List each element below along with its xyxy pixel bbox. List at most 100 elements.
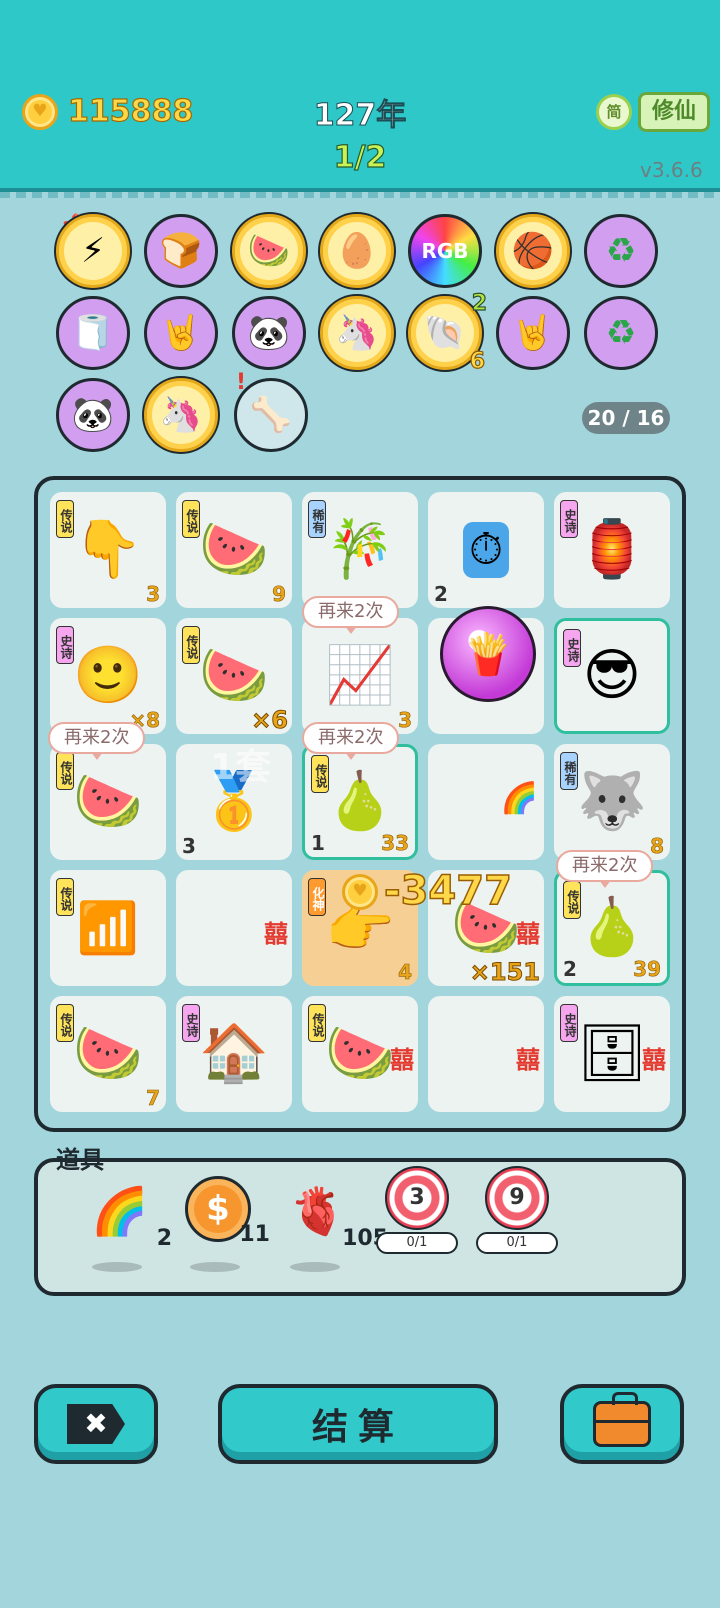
- coin-icon: [342, 874, 378, 910]
- fruit-basket-icon: 🍉: [247, 231, 291, 271]
- lantern-icon: 🏮: [577, 517, 647, 582]
- double-happiness-icon: 囍: [516, 920, 540, 948]
- lightning-relic[interactable]: ⚡: [56, 214, 130, 288]
- watermelon-icon: 🍉: [325, 1021, 395, 1086]
- close-button[interactable]: ✖: [34, 1384, 158, 1464]
- watermelon-icon: 🍉: [73, 1021, 143, 1086]
- language-toggle-button[interactable]: 简: [596, 94, 632, 130]
- rgb-icon: RGB: [421, 239, 469, 263]
- double-happiness-icon: 囍: [390, 1046, 414, 1074]
- panda-relic[interactable]: 🐼: [56, 378, 130, 452]
- recycle-relic[interactable]: ♻: [584, 214, 658, 288]
- server-rack-icon: 🗄: [576, 1021, 648, 1086]
- person-face-icon: 🙂: [73, 643, 143, 708]
- item-target-9[interactable]: 9 0/1: [472, 1166, 562, 1266]
- board-cell[interactable]: 传说 🍉 囍: [302, 996, 418, 1112]
- board-cell[interactable]: 传说 🍉: [50, 744, 166, 860]
- toaster-relic[interactable]: 🍞: [144, 214, 218, 288]
- unicorn-icon: 🦄: [159, 395, 203, 435]
- board-cell[interactable]: 传说 🍐 1 33: [302, 744, 418, 860]
- fruit-basket-relic[interactable]: 🍉: [232, 214, 306, 288]
- item-liver[interactable]: 🫀 105: [278, 1176, 388, 1276]
- cell-count-left: 2: [434, 582, 448, 606]
- board-cell[interactable]: 传说 🍉 9: [176, 492, 292, 608]
- rarity-tag: 史诗: [56, 626, 74, 664]
- fries-icon: 🍟: [463, 631, 513, 678]
- board-cell[interactable]: 传说 👇 3: [50, 492, 166, 608]
- item-shadow: [190, 1262, 240, 1272]
- item-coin[interactable]: $ 11: [178, 1176, 270, 1276]
- dog-bowl-relic[interactable]: 🦴: [234, 378, 308, 452]
- board-cell[interactable]: 📈 3: [302, 618, 418, 734]
- shell-bottom-count: 6: [469, 349, 486, 374]
- board-cell[interactable]: 囍: [428, 996, 544, 1112]
- dog-bowl-icon: 🦴: [249, 395, 293, 435]
- wifi-icon: 📶: [76, 899, 140, 957]
- board-cell[interactable]: 囍: [176, 870, 292, 986]
- board-cell[interactable]: 史诗 😎: [554, 618, 670, 734]
- rock-hand-relic[interactable]: 🤘: [144, 296, 218, 370]
- board-cell[interactable]: 史诗 🗄 囍: [554, 996, 670, 1112]
- unicorn-relic[interactable]: 🦄: [144, 378, 218, 452]
- version-label: v3.6.6: [640, 158, 703, 182]
- cell-count: 7: [146, 1086, 161, 1111]
- briefcase-icon: [593, 1392, 651, 1447]
- shell-relic[interactable]: 🐚 2 6: [408, 292, 488, 374]
- rock-hand-relic[interactable]: 🤘: [496, 296, 570, 370]
- cell-count: 9: [272, 582, 287, 607]
- mode-button[interactable]: 修仙: [638, 92, 710, 132]
- rarity-tag: 传说: [182, 500, 200, 538]
- board-cell[interactable]: 史诗 🏠: [176, 996, 292, 1112]
- rarity-tag: 传说: [56, 500, 74, 538]
- close-icon: ✖: [67, 1404, 125, 1444]
- relic-count-badge: 20 / 16: [582, 402, 670, 434]
- board-cell[interactable]: 史诗 🙂 ×8: [50, 618, 166, 734]
- double-happiness-icon: 囍: [642, 1046, 666, 1074]
- watermelon-icon: 🍉: [199, 643, 269, 708]
- tissue-relic[interactable]: 🧻: [56, 296, 130, 370]
- chart-up-icon: 📈: [325, 643, 395, 708]
- board-cell[interactable]: 稀有 🎋: [302, 492, 418, 608]
- settle-button[interactable]: 结算: [218, 1384, 498, 1464]
- double-happiness-icon: 囍: [516, 1046, 540, 1074]
- coin-balance: 115888: [67, 93, 194, 129]
- cell-count-left: 1: [311, 831, 325, 855]
- pomelo-icon: 🍐: [577, 895, 647, 960]
- husky-dog-icon: 🐺: [577, 769, 647, 834]
- recycle-icon: ♻: [605, 231, 637, 271]
- board-cell[interactable]: 传说 🍉 ×6: [176, 618, 292, 735]
- board-cell[interactable]: ⏱ 2: [428, 492, 544, 608]
- recycle-icon: ♻: [605, 313, 637, 353]
- item-count: 11: [239, 1222, 270, 1247]
- page-indicator: 1/2: [333, 139, 387, 175]
- rgb-relic[interactable]: RGB: [408, 214, 482, 288]
- item-target-3[interactable]: 3 0/1: [372, 1166, 462, 1266]
- item-rainbow[interactable]: 🌈 2: [80, 1176, 172, 1276]
- cell-count: 4: [398, 960, 413, 985]
- fries-jar-effect: 🍟: [440, 606, 536, 702]
- unicorn-relic[interactable]: 🦄: [320, 296, 394, 370]
- board-cell[interactable]: 🌈: [428, 744, 544, 860]
- rarity-tag: 稀有: [560, 752, 578, 790]
- target-icon: 9: [485, 1166, 549, 1230]
- board-cell[interactable]: 传说 🍉 7: [50, 996, 166, 1112]
- board-cell[interactable]: 传说 📶: [50, 870, 166, 986]
- inventory-button[interactable]: [560, 1384, 684, 1464]
- unicorn-icon: 🦄: [335, 313, 379, 353]
- rarity-tag: 传说: [311, 755, 329, 793]
- board-cell[interactable]: 传说 🍐 2 39: [554, 870, 670, 986]
- egg-relic[interactable]: 🥚: [320, 214, 394, 288]
- rarity-tag: 传说: [182, 626, 200, 664]
- items-label: 道具: [56, 1146, 104, 1174]
- rainbow-icon: 🌈: [91, 1184, 149, 1238]
- target-value: 3: [403, 1184, 431, 1212]
- board-cell[interactable]: 稀有 🐺 8: [554, 744, 670, 860]
- shell-top-count: 2: [471, 291, 488, 316]
- panda-relic[interactable]: 🐼: [232, 296, 306, 370]
- recycle-relic[interactable]: ♻: [584, 296, 658, 370]
- rarity-tag: 传说: [56, 752, 74, 790]
- basketballs-relic[interactable]: 🏀: [496, 214, 570, 288]
- board-cell[interactable]: 史诗 🏮: [554, 492, 670, 608]
- rarity-tag: 稀有: [308, 500, 326, 538]
- coin-icon: [22, 94, 58, 130]
